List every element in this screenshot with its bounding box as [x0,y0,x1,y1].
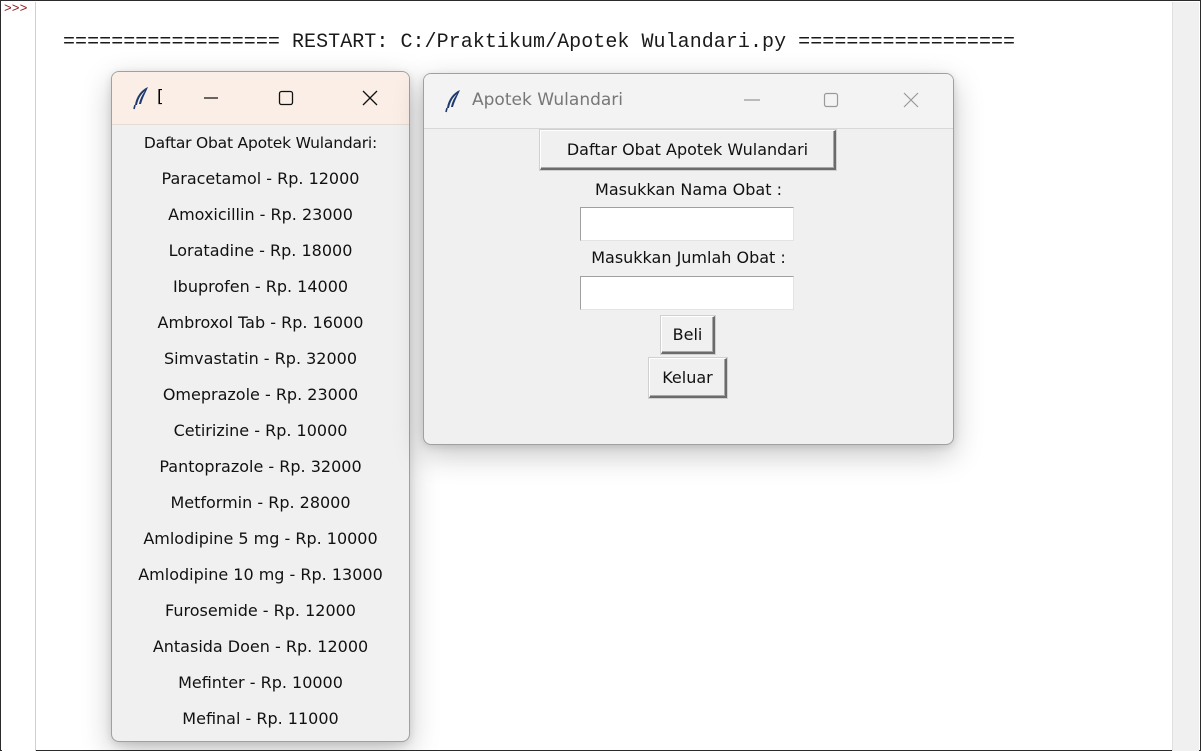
maximize-button[interactable] [803,74,859,126]
restart-line: ================== RESTART: C:/Praktikum… [63,31,1016,54]
list-item: Cetirizine - Rp. 10000 [173,421,348,440]
minimize-button[interactable] [724,74,780,126]
shell-gutter: >>> [2,2,36,751]
main-window-title: Apotek Wulandari [472,90,624,110]
jumlah-obat-label: Masukkan Jumlah Obat : [591,248,786,267]
feather-icon [133,87,148,110]
medicine-list: Daftar Obat Apotek Wulandari: Paracetamo… [112,125,409,737]
close-icon [362,90,378,106]
keluar-button[interactable]: Keluar [649,358,727,398]
medicine-list-window: [ Daftar Obat Apotek Wulandari: Paraceta… [111,71,410,742]
list-item: Simvastatin - Rp. 32000 [163,349,358,368]
list-item: Ibuprofen - Rp. 14000 [172,277,349,296]
apotek-main-window: Apotek Wulandari Daftar Obat Apotek Wula… [423,73,954,445]
list-window-title: [ [157,87,164,107]
shell-prompt: >>> [4,1,28,16]
list-item: Mefinal - Rp. 11000 [182,709,339,728]
list-header: Daftar Obat Apotek Wulandari: [143,134,378,152]
maximize-icon [278,90,294,106]
minimize-icon [744,99,760,101]
list-item: Omeprazole - Rp. 23000 [162,385,359,404]
jumlah-obat-input[interactable] [580,276,794,310]
minimize-button[interactable] [183,72,239,124]
list-item: Mefinter - Rp. 10000 [178,673,343,692]
daftar-obat-button[interactable]: Daftar Obat Apotek Wulandari [540,130,836,170]
feather-icon [445,90,460,113]
list-window-titlebar[interactable]: [ [112,72,409,125]
list-item: Pantoprazole - Rp. 32000 [159,457,362,476]
list-item: Ambroxol Tab - Rp. 16000 [157,313,364,332]
maximize-button[interactable] [258,72,314,124]
list-item: Paracetamol - Rp. 12000 [161,169,360,188]
close-icon [903,92,919,108]
shell-vertical-scrollbar[interactable] [1172,2,1199,751]
beli-button[interactable]: Beli [661,316,715,354]
nama-obat-label: Masukkan Nama Obat : [595,180,782,199]
nama-obat-input[interactable] [580,207,794,241]
close-button[interactable] [883,74,939,126]
list-item: Loratadine - Rp. 18000 [168,241,353,260]
list-item: Antasida Doen - Rp. 12000 [152,637,369,656]
list-item: Furosemide - Rp. 12000 [165,601,356,620]
list-item: Amlodipine 5 mg - Rp. 10000 [143,529,378,548]
maximize-icon [823,92,839,108]
list-item: Amoxicillin - Rp. 23000 [168,205,353,224]
close-button[interactable] [342,72,398,124]
main-window-titlebar[interactable]: Apotek Wulandari [424,74,953,129]
minimize-icon [204,97,218,99]
list-item: Amlodipine 10 mg - Rp. 13000 [138,565,383,584]
list-item: Metformin - Rp. 28000 [170,493,351,512]
